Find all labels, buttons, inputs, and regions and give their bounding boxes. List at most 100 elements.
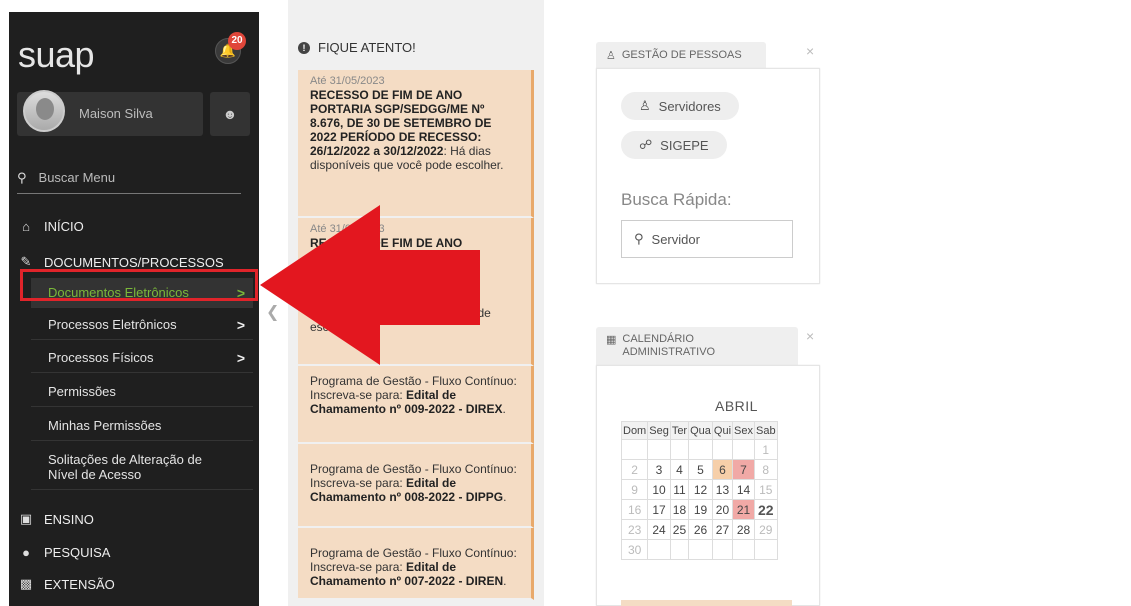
day-cell[interactable]: 26 [688,519,713,540]
day-cell[interactable]: 24 [647,519,671,540]
weekday: Qui [711,421,734,440]
user-icon: ☻ [222,106,238,122]
day-cell[interactable]: 3 [647,459,671,480]
day-cell[interactable]: 13 [711,479,734,500]
servidor-search-input[interactable]: ⚲ Servidor [621,220,793,258]
day-cell[interactable]: 27 [711,519,734,540]
week-row: 2 3 4 5 6 7 8 [620,459,778,480]
widget-gestao-pessoas-header[interactable]: ♙ GESTÃO DE PESSOAS [596,42,766,68]
day-cell[interactable]: 8 [753,459,778,480]
day-cell[interactable]: 11 [669,479,690,500]
day-cell[interactable]: 1 [753,439,778,460]
calendar-icon: ▦ [606,334,617,346]
day-cell[interactable]: 29 [753,519,778,540]
sidebar: suap 🔔 20 Maison Silva ☻ ⚲ Buscar Menu ⌂… [9,12,259,606]
day-cell[interactable]: 14 [732,479,755,500]
notice-item[interactable]: Programa de Gestão - Fluxo Contínuo: Ins… [298,528,534,600]
day-cell[interactable]: 25 [669,519,690,540]
menu-pesquisa[interactable]: ● PESQUISA [9,536,259,568]
week-row: 1 [620,439,778,460]
highlight-rectangle [20,269,258,301]
weekday: Sex [732,421,755,440]
day-cell[interactable]: 19 [688,499,713,520]
notification-badge: 20 [228,32,246,50]
calendar-title-line2: ADMINISTRATIVO [622,346,716,358]
day-cell[interactable]: 5 [688,459,713,480]
servidor-placeholder: Servidor [651,231,700,247]
day-cell[interactable]: 23 [620,519,649,540]
day-cell[interactable]: 15 [753,479,778,500]
search-menu[interactable]: ⚲ Buscar Menu [17,162,241,194]
sigepe-label: SIGEPE [660,137,709,153]
notice-item[interactable]: Programa de Gestão - Fluxo Contínuo: Ins… [298,444,534,528]
week-row: 30 [620,539,778,560]
day-cell [711,439,734,460]
day-cell[interactable]: 10 [647,479,671,500]
weekday: Sab [753,421,778,440]
notice-date: Até 31/05/2023 [310,75,385,87]
red-arrow-icon [260,205,480,365]
menu-ensino-label: ENSINO [44,511,94,527]
day-cell[interactable]: 28 [732,519,755,540]
notice-tail: . [503,490,507,504]
day-cell [647,539,671,560]
link-icon: ☍ [639,137,653,152]
day-cell[interactable]: 4 [669,459,690,480]
day-cell[interactable]: 2 [620,459,649,480]
day-cell[interactable]: 30 [620,539,649,560]
day-cell[interactable]: 12 [688,479,713,500]
day-cell[interactable]: 18 [669,499,690,520]
day-cell[interactable]: 16 [620,499,649,520]
home-icon: ⌂ [22,218,30,234]
menu-extensao[interactable]: ▩ EXTENSÃO [9,568,259,600]
day-cell[interactable]: 17 [647,499,671,520]
day-cell-holiday[interactable]: 21 [732,499,755,520]
close-icon[interactable]: × [806,328,814,344]
notice-item[interactable]: Programa de Gestão - Fluxo Contínuo: Ins… [298,366,534,444]
notice-tail: . [503,574,507,588]
submenu-processos-eletronicos[interactable]: Processos Eletrônicos > [31,310,253,340]
submenu-solicitacoes-acesso[interactable]: Solitações de Alteração de Nível de Aces… [31,444,253,490]
user-profile[interactable]: Maison Silva [17,90,203,136]
menu-ensino[interactable]: ▣ ENSINO [9,503,259,535]
weekday: Qua [688,421,713,440]
user-icon-button[interactable]: ☻ [210,92,250,136]
weekday: Seg [647,421,671,440]
day-cell [688,439,713,460]
notice-item[interactable]: Até 31/05/2023 RECESSO DE FIM DE ANO POR… [298,70,534,218]
week-row: 23 24 25 26 27 28 29 [620,519,778,540]
widget-title: CALENDÁRIO ADMINISTRATIVO [622,333,715,359]
submenu-permissoes[interactable]: Permissões [31,377,253,407]
servidores-button[interactable]: ♙ Servidores [621,92,739,120]
user-name: Maison Silva [79,106,153,121]
day-cell-today[interactable]: 22 [753,499,778,520]
search-icon: ⚲ [634,231,644,246]
app-logo[interactable]: suap [18,34,95,76]
menu-inicio[interactable]: ⌂ INÍCIO [9,210,259,242]
quick-search-label: Busca Rápida: [621,190,732,209]
close-icon[interactable]: × [806,43,814,59]
widget-calendario-header[interactable]: ▦ CALENDÁRIO ADMINISTRATIVO [596,327,798,365]
submenu-processos-fisicos[interactable]: Processos Físicos > [31,343,253,373]
menu-extensao-label: EXTENSÃO [44,576,115,592]
day-cell [753,539,778,560]
submenu-label: Minhas Permissões [48,418,162,433]
day-cell-holiday[interactable]: 7 [732,459,755,480]
day-cell[interactable]: 9 [620,479,649,500]
week-row: 16 17 18 19 20 21 22 [620,499,778,520]
submenu-label: Solitações de Alteração de Nível de Aces… [48,451,202,482]
chevron-right-icon: > [236,316,245,333]
globe-icon: ● [22,544,30,560]
users-icon: ♙ [639,98,651,113]
weekday-row: Dom Seg Ter Qua Qui Sex Sab [620,421,778,440]
menu-documentos-label: DOCUMENTOS/PROCESSOS [44,254,224,270]
submenu-minhas-permissoes[interactable]: Minhas Permissões [31,411,253,441]
day-cell-holiday[interactable]: 6 [711,459,734,480]
calendar-title-line1: CALENDÁRIO [622,333,694,345]
menu-inicio-label: INÍCIO [44,218,84,234]
notice-tail: . [502,402,506,416]
day-cell [620,439,649,460]
sigepe-button[interactable]: ☍ SIGEPE [621,131,727,159]
day-cell[interactable]: 20 [711,499,734,520]
weekday: Ter [669,421,690,440]
